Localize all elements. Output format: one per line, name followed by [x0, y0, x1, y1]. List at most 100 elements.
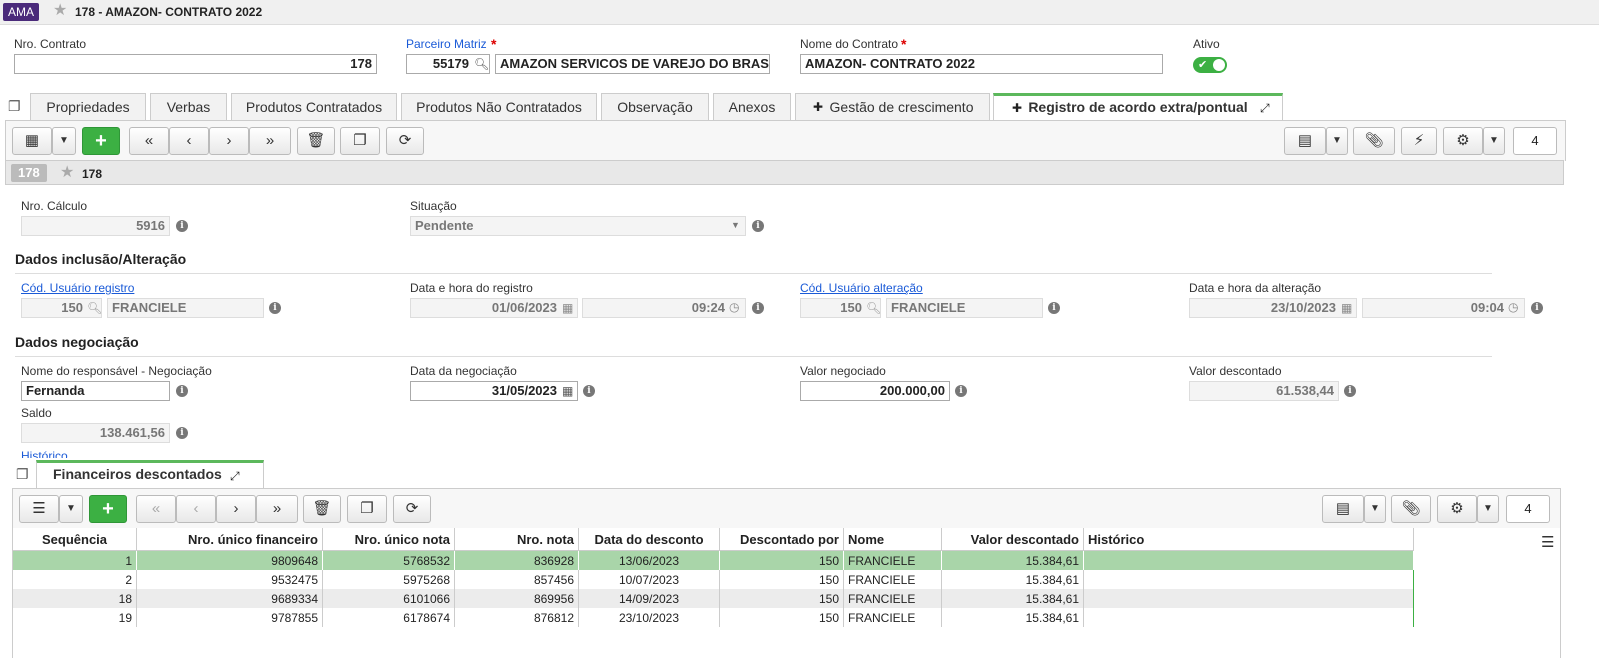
first-record-button[interactable]: « [129, 127, 169, 155]
info-icon[interactable]: i [583, 385, 595, 397]
col-valor-descontado[interactable]: Valor descontado [941, 528, 1084, 551]
info-icon[interactable]: i [176, 385, 188, 397]
parceiro-name-field[interactable]: AMAZON SERVICOS DE VAREJO DO BRASI [495, 54, 770, 74]
info-icon[interactable]: i [1531, 302, 1543, 314]
export-button[interactable]: ▤ [1322, 495, 1364, 523]
parceiro-matriz-label[interactable]: Parceiro Matriz [406, 37, 487, 51]
last-row-button[interactable]: » [256, 495, 298, 523]
settings-button[interactable]: ⚙︎ [1437, 495, 1477, 523]
export-dropdown-button[interactable]: ▼ [1326, 127, 1348, 155]
valor-negociado-field[interactable]: 200.000,00 [800, 381, 950, 401]
favorite-star-icon[interactable]: ★ [53, 3, 67, 19]
col-data-desconto[interactable]: Data do desconto [578, 528, 720, 551]
tab-observacao[interactable]: Observação [601, 93, 709, 121]
cod-usuario-registro-label[interactable]: Cód. Usuário registro [21, 281, 134, 295]
add-row-button[interactable]: + [89, 495, 127, 523]
delete-button[interactable]: 🗑︎ [297, 127, 335, 155]
tab-anexos[interactable]: Anexos [713, 93, 791, 121]
col-nro-unico-nota[interactable]: Nro. único nota [322, 528, 455, 551]
responsavel-field[interactable]: Fernanda [21, 381, 170, 401]
table-row[interactable]: 19 9787855 6178674 876812 23/10/2023 150… [13, 608, 1414, 627]
clock-icon[interactable]: ◷ [1508, 300, 1518, 314]
duplicate-button[interactable]: ❐ [340, 127, 380, 155]
data-negociacao-field[interactable]: 31/05/2023 [410, 381, 578, 401]
data-alteracao-date: 23/10/2023 [1189, 298, 1357, 318]
table-row[interactable]: 2 9532475 5975268 857456 10/07/2023 150 … [13, 570, 1414, 589]
col-nro-nota[interactable]: Nro. nota [454, 528, 579, 551]
info-icon[interactable]: i [269, 302, 281, 314]
attachment-button[interactable]: 📎︎ [1353, 127, 1395, 155]
grid-view-button[interactable]: ▦ [12, 127, 52, 155]
settings-button[interactable]: ⚙︎ [1443, 127, 1483, 155]
actions-button[interactable]: ⚡︎ [1401, 127, 1437, 155]
favorite-star-icon[interactable]: ★ [60, 165, 74, 181]
refresh-rows-button[interactable]: ⟳ [393, 495, 431, 523]
tab-produtos-nao-contratados[interactable]: Produtos Não Contratados [401, 93, 597, 121]
search-icon[interactable]: 🔍︎ [474, 57, 489, 71]
list-view-button[interactable]: ☰ [19, 495, 59, 523]
copy-icon[interactable]: ❐ [8, 98, 21, 115]
record-badge: 178 [11, 164, 47, 182]
nro-contrato-field[interactable]: 178 [14, 54, 377, 74]
col-historico[interactable]: Histórico [1083, 528, 1414, 551]
add-button[interactable]: + [82, 127, 120, 155]
cod-usuario-alteracao-label[interactable]: Cód. Usuário alteração [800, 281, 923, 295]
duplicate-row-button[interactable]: ❐ [347, 495, 387, 523]
prev-row-button[interactable]: ‹ [176, 495, 216, 523]
situacao-select[interactable]: Pendente [410, 216, 746, 236]
export-dropdown-button[interactable]: ▼ [1364, 495, 1386, 523]
settings-dropdown-button[interactable]: ▼ [1477, 495, 1499, 523]
tab-propriedades[interactable]: Propriedades [30, 93, 146, 121]
delete-row-button[interactable]: 🗑︎ [303, 495, 341, 523]
tab-produtos-contratados[interactable]: Produtos Contratados [231, 93, 397, 121]
copy-icon[interactable]: ❐ [16, 466, 29, 483]
data-negociacao-label: Data da negociação [410, 364, 517, 378]
col-descontado-por[interactable]: Descontado por [719, 528, 844, 551]
next-record-button[interactable]: › [209, 127, 249, 155]
calendar-icon[interactable]: ▦ [562, 384, 573, 398]
col-nro-unico-financeiro[interactable]: Nro. único financeiro [136, 528, 323, 551]
ativo-toggle[interactable]: ✔ [1193, 57, 1227, 73]
view-dropdown-button[interactable]: ▼ [59, 495, 83, 523]
info-icon[interactable]: i [752, 220, 764, 232]
info-icon[interactable]: i [1048, 302, 1060, 314]
info-icon[interactable]: i [752, 302, 764, 314]
search-icon[interactable]: 🔍︎ [866, 301, 881, 315]
column-menu-icon[interactable]: ☰ [1541, 533, 1554, 551]
expand-icon[interactable]: ⤢ [1260, 101, 1270, 116]
cell [1083, 589, 1414, 608]
record-bar [5, 160, 1564, 185]
tab-gestao-crescimento[interactable]: Gestão de crescimento [795, 93, 990, 121]
info-icon[interactable]: i [1344, 385, 1356, 397]
saldo-label: Saldo [21, 406, 52, 420]
settings-dropdown-button[interactable]: ▼ [1483, 127, 1505, 155]
section-dados-inclusao: Dados inclusão/Alteração [15, 251, 187, 267]
refresh-button[interactable]: ⟳ [386, 127, 424, 155]
cell: 869956 [454, 589, 579, 608]
search-icon[interactable]: 🔍︎ [87, 301, 102, 315]
calendar-icon[interactable]: ▦ [562, 301, 573, 315]
table-row[interactable]: 18 9689334 6101066 869956 14/09/2023 150… [13, 589, 1414, 608]
info-icon[interactable]: i [176, 220, 188, 232]
tab-registro-acordo[interactable]: Registro de acordo extra/pontual [993, 93, 1283, 121]
expand-icon[interactable]: ⤢ [230, 469, 240, 484]
table-header-row: Sequência Nro. único financeiro Nro. úni… [13, 528, 1414, 551]
calendar-icon[interactable]: ▦ [1341, 301, 1352, 315]
last-record-button[interactable]: » [249, 127, 291, 155]
table-row[interactable]: 1 9809648 5768532 836928 13/06/2023 150 … [13, 550, 1414, 570]
col-nome[interactable]: Nome [843, 528, 942, 551]
tab-verbas[interactable]: Verbas [150, 93, 227, 121]
chevron-down-icon[interactable]: ▼ [731, 220, 740, 230]
attachment-button[interactable]: 📎︎ [1391, 495, 1431, 523]
info-icon[interactable]: i [955, 385, 967, 397]
col-sequencia[interactable]: Sequência [13, 528, 137, 551]
prev-record-button[interactable]: ‹ [169, 127, 209, 155]
next-row-button[interactable]: › [216, 495, 256, 523]
first-row-button[interactable]: « [136, 495, 176, 523]
clock-icon[interactable]: ◷ [729, 300, 739, 314]
nome-contrato-field[interactable]: AMAZON- CONTRATO 2022 [800, 54, 1163, 74]
info-icon[interactable]: i [176, 427, 188, 439]
export-button[interactable]: ▤ [1284, 127, 1326, 155]
historico-label[interactable]: Histórico [21, 450, 81, 458]
view-dropdown-button[interactable]: ▼ [52, 127, 76, 155]
